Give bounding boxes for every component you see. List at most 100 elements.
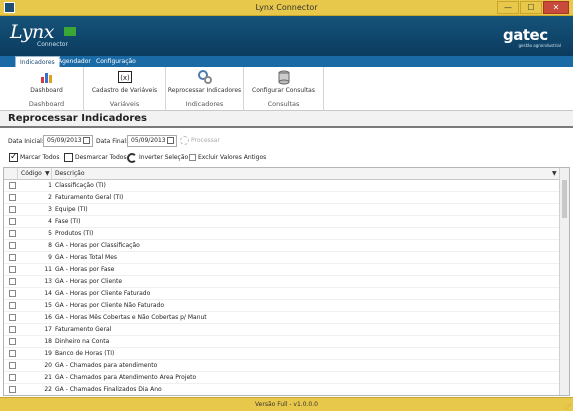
table-row[interactable]: 18 Dinheiro na Conta: [4, 336, 560, 348]
row-description: Dinheiro na Conta: [55, 338, 110, 345]
table-row[interactable]: 3 Equipe (TI): [4, 204, 560, 216]
description-column-header[interactable]: Descrição ▼: [52, 168, 560, 180]
resize-grip-icon[interactable]: ⋰: [565, 403, 571, 410]
table-row[interactable]: 17 Faturamento Geral: [4, 324, 560, 336]
row-checkbox[interactable]: [9, 266, 16, 273]
row-checkbox[interactable]: [9, 194, 16, 201]
filter-icon[interactable]: ▼: [552, 171, 557, 177]
table-row[interactable]: 1 Classificação (TI): [4, 180, 560, 192]
table-row[interactable]: 2 Faturamento Geral (TI): [4, 192, 560, 204]
row-checkbox[interactable]: [9, 254, 16, 261]
table-row[interactable]: 8 GA - Horas por Classificação: [4, 240, 560, 252]
mark-all-button[interactable]: Marcar Todos: [9, 151, 59, 164]
header-banner: Lynx Connector gatec gestão agroindustri…: [0, 16, 573, 56]
unmark-all-button[interactable]: Desmarcar Todos: [64, 151, 127, 164]
end-date-field[interactable]: 05/09/2013: [127, 135, 177, 147]
row-description: Equipe (TI): [55, 206, 88, 213]
row-description: Faturamento Geral (TI): [55, 194, 124, 201]
table-row[interactable]: 14 GA - Horas por Cliente Faturado: [4, 288, 560, 300]
table-row[interactable]: 11 GA - Horas por Fase: [4, 264, 560, 276]
end-date-value: 05/09/2013: [131, 137, 166, 144]
logo-mark-icon: [64, 27, 76, 36]
row-checkbox[interactable]: [9, 206, 16, 213]
row-checkbox[interactable]: [9, 278, 16, 285]
minimize-button[interactable]: —: [497, 1, 519, 14]
indicators-grid: Código ▼ Descrição ▼ 1 Classificação (TI)…: [3, 167, 570, 396]
row-description: GA - Chamados Finalizados Dia Ano: [55, 386, 162, 393]
version-text: Versão Full - v1.0.0.0: [255, 401, 318, 408]
row-checkbox[interactable]: [9, 230, 16, 237]
row-checkbox[interactable]: [9, 386, 16, 393]
logo-main-text: Lynx: [10, 21, 54, 43]
row-description: GA - Horas Mês Cobertas e Não Cobertas p…: [55, 314, 207, 321]
scrollbar-thumb[interactable]: [562, 180, 567, 218]
row-description: GA - Horas por Fase: [55, 266, 115, 273]
table-row[interactable]: 19 Banco de Horas (TI): [4, 348, 560, 360]
process-button[interactable]: Processar: [180, 134, 220, 148]
database-icon: [278, 70, 289, 85]
table-row[interactable]: 20 GA - Chamados para atendimento: [4, 360, 560, 372]
row-description: Produtos (TI): [55, 230, 94, 237]
row-description: Banco de Horas (TI): [55, 350, 115, 357]
ribbon-tabs: Indicadores Agendador Configuração: [0, 56, 573, 67]
table-row[interactable]: 21 GA - Chamados para Atendimento Area Pr…: [4, 372, 560, 384]
filter-icon[interactable]: ▼: [45, 171, 50, 177]
close-button[interactable]: ✕: [543, 1, 569, 14]
gears-icon: [197, 70, 212, 84]
brand-sub-text: gestão agroindustrial: [518, 43, 561, 48]
table-row[interactable]: 16 GA - Horas Mês Cobertas e Não Cobertas…: [4, 312, 560, 324]
reprocessar-indicadores-button[interactable]: Reprocessar Indicadores: [166, 69, 243, 99]
table-row[interactable]: 22 GA - Chamados Finalizados Dia Ano: [4, 384, 560, 395]
row-checkbox[interactable]: [9, 302, 16, 309]
configurar-consultas-button[interactable]: Configurar Consultas: [244, 69, 323, 99]
invert-selection-label: Inverter Seleção: [139, 154, 189, 161]
group-label-indicadores: Indicadores: [185, 100, 224, 108]
row-code: 22: [44, 386, 52, 393]
vertical-scrollbar[interactable]: [559, 168, 569, 395]
row-code: 18: [44, 338, 52, 345]
row-checkbox[interactable]: [9, 350, 16, 357]
row-code: 11: [44, 266, 52, 273]
calendar-icon[interactable]: [167, 137, 174, 144]
table-row[interactable]: 5 Produtos (TI): [4, 228, 560, 240]
code-column-header[interactable]: Código ▼: [18, 168, 52, 180]
row-description: GA - Chamados para atendimento: [55, 362, 158, 369]
row-checkbox[interactable]: [9, 314, 16, 321]
row-checkbox[interactable]: [9, 326, 16, 333]
row-checkbox[interactable]: [9, 182, 16, 189]
start-date-field[interactable]: 05/09/2013: [43, 135, 93, 147]
table-row[interactable]: 15 GA - Horas por Cliente Não Faturado: [4, 300, 560, 312]
configurar-consultas-label: Configurar Consultas: [252, 87, 315, 94]
reprocessar-indicadores-label: Reprocessar Indicadores: [167, 87, 242, 94]
group-label-consultas: Consultas: [267, 100, 300, 108]
svg-text:(x): (x): [120, 74, 130, 82]
row-code: 3: [48, 206, 52, 213]
row-checkbox[interactable]: [9, 242, 16, 249]
tab-indicadores[interactable]: Indicadores: [15, 56, 60, 67]
tab-configuracao[interactable]: Configuração: [92, 56, 140, 67]
table-row[interactable]: 9 GA - Horas Total Mes: [4, 252, 560, 264]
row-description: GA - Horas por Cliente: [55, 278, 123, 285]
select-column-header[interactable]: [4, 168, 18, 180]
group-label-variaveis: Variáveis: [109, 100, 140, 108]
row-checkbox[interactable]: [9, 374, 16, 381]
variables-icon: (x): [117, 71, 132, 83]
row-checkbox[interactable]: [9, 218, 16, 225]
exclude-old-values-checkbox[interactable]: Excluir Valores Antigos: [189, 151, 266, 164]
row-checkbox[interactable]: [9, 338, 16, 345]
maximize-button[interactable]: ☐: [520, 1, 542, 14]
calendar-icon[interactable]: [83, 137, 90, 144]
table-row[interactable]: 13 GA - Horas por Cliente: [4, 276, 560, 288]
row-checkbox[interactable]: [9, 290, 16, 297]
row-description: GA - Horas Total Mes: [55, 254, 118, 261]
cadastro-variaveis-button[interactable]: (x) Cadastro de Variáveis: [84, 69, 165, 99]
dashboard-icon: [40, 73, 52, 83]
action-bar: Marcar Todos Desmarcar Todos Inverter Se…: [0, 151, 573, 165]
row-code: 16: [44, 314, 52, 321]
dashboard-button[interactable]: Dashboard: [10, 69, 83, 99]
invert-selection-button[interactable]: Inverter Seleção: [127, 151, 188, 164]
tab-agendador[interactable]: Agendador: [54, 56, 95, 67]
row-code: 4: [48, 218, 52, 225]
row-checkbox[interactable]: [9, 362, 16, 369]
table-row[interactable]: 4 Fase (TI): [4, 216, 560, 228]
